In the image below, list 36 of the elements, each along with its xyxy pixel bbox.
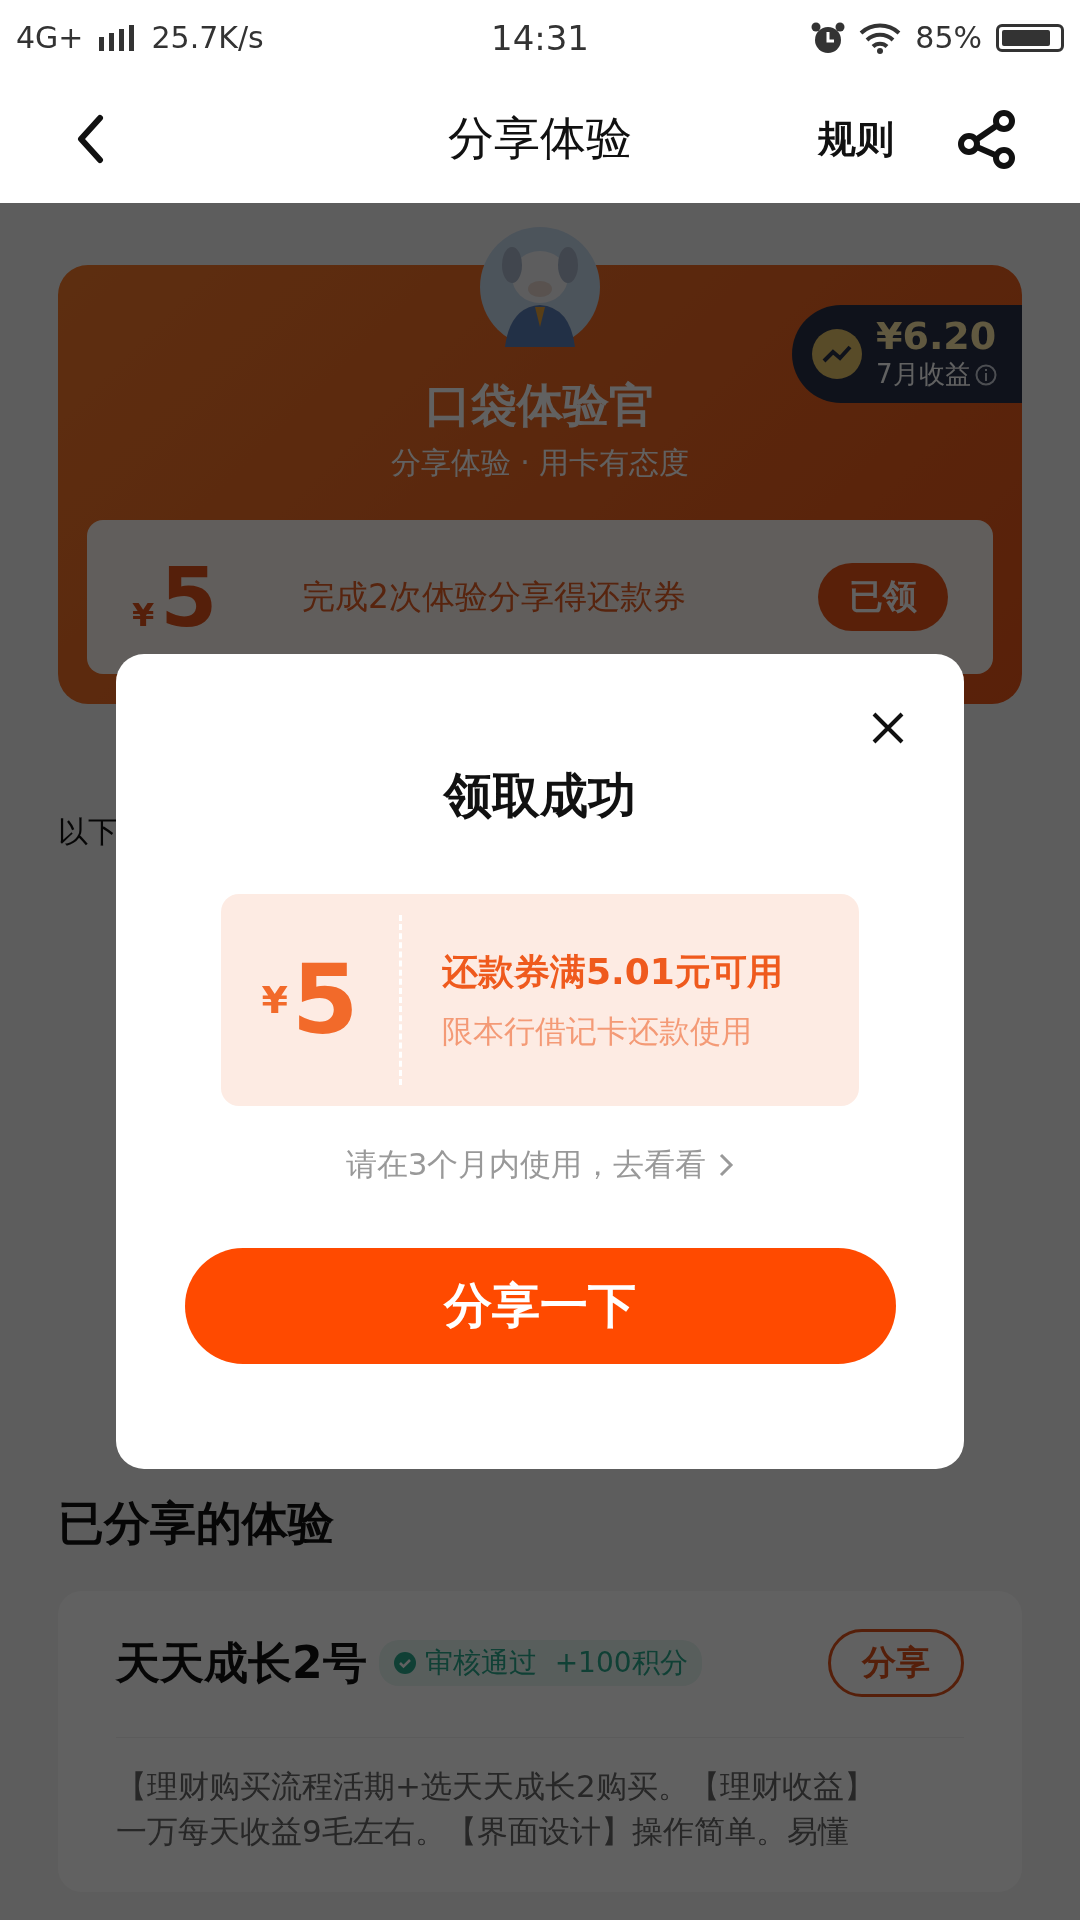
close-icon[interactable]	[871, 711, 905, 745]
hero-subtitle: 分享体验 · 用卡有态度	[390, 444, 690, 482]
description-text: 【理财购买流程活期+选天天成长2购买。【理财收益】 一万每天收益9毛左右。【界面设计】操作简单。易懂	[116, 1767, 876, 1851]
hero-title: 口袋体验官	[425, 377, 655, 434]
back-icon[interactable]	[75, 114, 105, 164]
alarm-icon	[811, 21, 846, 54]
earnings-amount: ¥6.20	[876, 315, 997, 358]
hint-text: 以下	[58, 813, 118, 851]
coupon-value: ¥5	[132, 549, 219, 645]
battery-icon	[996, 23, 1064, 52]
points-text: +100积分	[554, 1645, 688, 1681]
network-speed: 25.7K/s	[151, 20, 264, 55]
earnings-label: 7月收益	[876, 358, 971, 392]
rules-link[interactable]: 规则	[818, 113, 894, 165]
product-title: 天天成长2号	[116, 1635, 367, 1690]
view-link[interactable]: 请在3个月内使用，去看看	[345, 1144, 735, 1186]
share-icon[interactable]	[956, 108, 1018, 170]
earnings-pill[interactable]: ¥6.20 7月收益	[792, 305, 1022, 403]
check-icon	[392, 1651, 417, 1675]
network-label: 4G+	[16, 20, 84, 55]
trend-icon	[812, 329, 862, 379]
wifi-icon	[859, 21, 902, 54]
dialog-title: 领取成功	[444, 766, 636, 825]
page-title: 分享体验	[448, 110, 632, 167]
section-title: 已分享的体验	[58, 1495, 335, 1552]
status-text: 审核通过	[424, 1645, 537, 1681]
clock-time: 14:31	[491, 17, 589, 58]
coupon-value: ¥5	[221, 915, 402, 1085]
share-button[interactable]: 分享一下	[184, 1248, 896, 1364]
share-button[interactable]: 分享	[828, 1629, 964, 1697]
chevron-icon	[718, 1152, 735, 1178]
battery-percent: 85%	[915, 20, 982, 55]
claimed-button[interactable]: 已领	[818, 563, 948, 631]
coupon-note: 限本行借记卡还款使用	[442, 1011, 753, 1051]
coupon-title: 还款券满5.01元可用	[442, 949, 783, 994]
task-text: 完成2次体验分享得还款券	[302, 575, 686, 618]
